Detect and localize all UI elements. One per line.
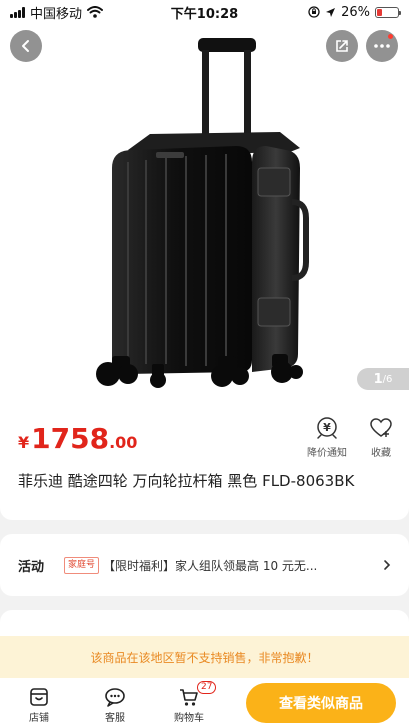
chevron-right-icon <box>384 560 391 570</box>
nav-customer-service[interactable]: 客服 <box>78 683 152 724</box>
gallery-current-page: 1 <box>373 371 383 387</box>
product-price: ¥ 1758 .00 <box>18 422 137 455</box>
gallery-page-indicator: 1 /6 <box>357 368 409 390</box>
nav-store-label: 店铺 <box>29 712 49 724</box>
nav-customer-service-label: 客服 <box>105 712 125 724</box>
product-title: 菲乐迪 酷途四轮 万向轮拉杆箱 黑色 FLD-8063BK <box>18 472 355 490</box>
promotion-row[interactable]: 活动 家庭号 【限时福利】家人组队领最高 10 元无... <box>0 534 409 596</box>
unavailable-notice: 该商品在该地区暂不支持销售，非常抱歉！ <box>0 636 409 678</box>
gallery-total-pages: /6 <box>382 373 393 385</box>
status-bar: 中国移动 下午10:28 26% <box>0 0 409 24</box>
nav-store[interactable]: 店铺 <box>0 683 78 724</box>
store-icon <box>30 687 48 706</box>
favorite-label: 收藏 <box>371 448 391 459</box>
price-alert-icon: ¥ <box>317 417 337 439</box>
chat-icon <box>105 687 125 707</box>
promotion-badge: 家庭号 <box>64 556 100 574</box>
battery-icon <box>375 6 401 18</box>
nav-cart-label: 购物车 <box>174 712 204 724</box>
view-similar-button[interactable]: 查看类似商品 <box>246 683 396 723</box>
location-icon <box>326 7 336 17</box>
battery-percent: 26% <box>341 4 370 20</box>
favorite-button[interactable]: 收藏 <box>356 416 406 459</box>
chevron-left-icon <box>22 40 29 52</box>
bottom-action-bar: 店铺 客服 27 购物车 查看类似商品 <box>0 678 409 728</box>
signal-icon <box>10 6 25 18</box>
share-button[interactable] <box>326 30 358 62</box>
battery-fill <box>377 8 383 16</box>
more-icon <box>374 44 390 48</box>
price-integer: 1758 <box>31 422 110 455</box>
lock-rotation-icon <box>308 6 320 18</box>
promotion-label: 活动 <box>18 559 45 575</box>
back-button[interactable] <box>10 30 42 62</box>
status-left: 中国移动 <box>10 3 104 22</box>
more-button[interactable] <box>366 30 398 62</box>
currency-symbol: ¥ <box>18 433 30 452</box>
cart-count-badge: 27 <box>197 680 217 694</box>
carrier-label: 中国移动 <box>30 6 83 22</box>
price-alert-button[interactable]: ¥ 降价通知 <box>302 416 352 459</box>
status-right: 26% <box>308 4 401 20</box>
price-alert-label: 降价通知 <box>307 448 347 459</box>
promotion-text: 【限时福利】家人组队领最高 10 元无... <box>103 558 318 573</box>
price-card: ¥ 1758 .00 ¥ 降价通知 收藏 菲乐迪 酷途四轮 万向轮拉杆箱 黑色 … <box>0 400 409 520</box>
product-gallery[interactable]: 1 /6 <box>0 0 409 400</box>
svg-text:¥: ¥ <box>323 421 331 434</box>
nav-cart[interactable]: 27 购物车 <box>152 680 226 724</box>
wifi-icon <box>87 6 104 18</box>
notification-dot <box>388 34 393 39</box>
heart-icon <box>370 418 392 437</box>
share-icon <box>336 40 348 52</box>
price-decimal: .00 <box>109 433 138 452</box>
